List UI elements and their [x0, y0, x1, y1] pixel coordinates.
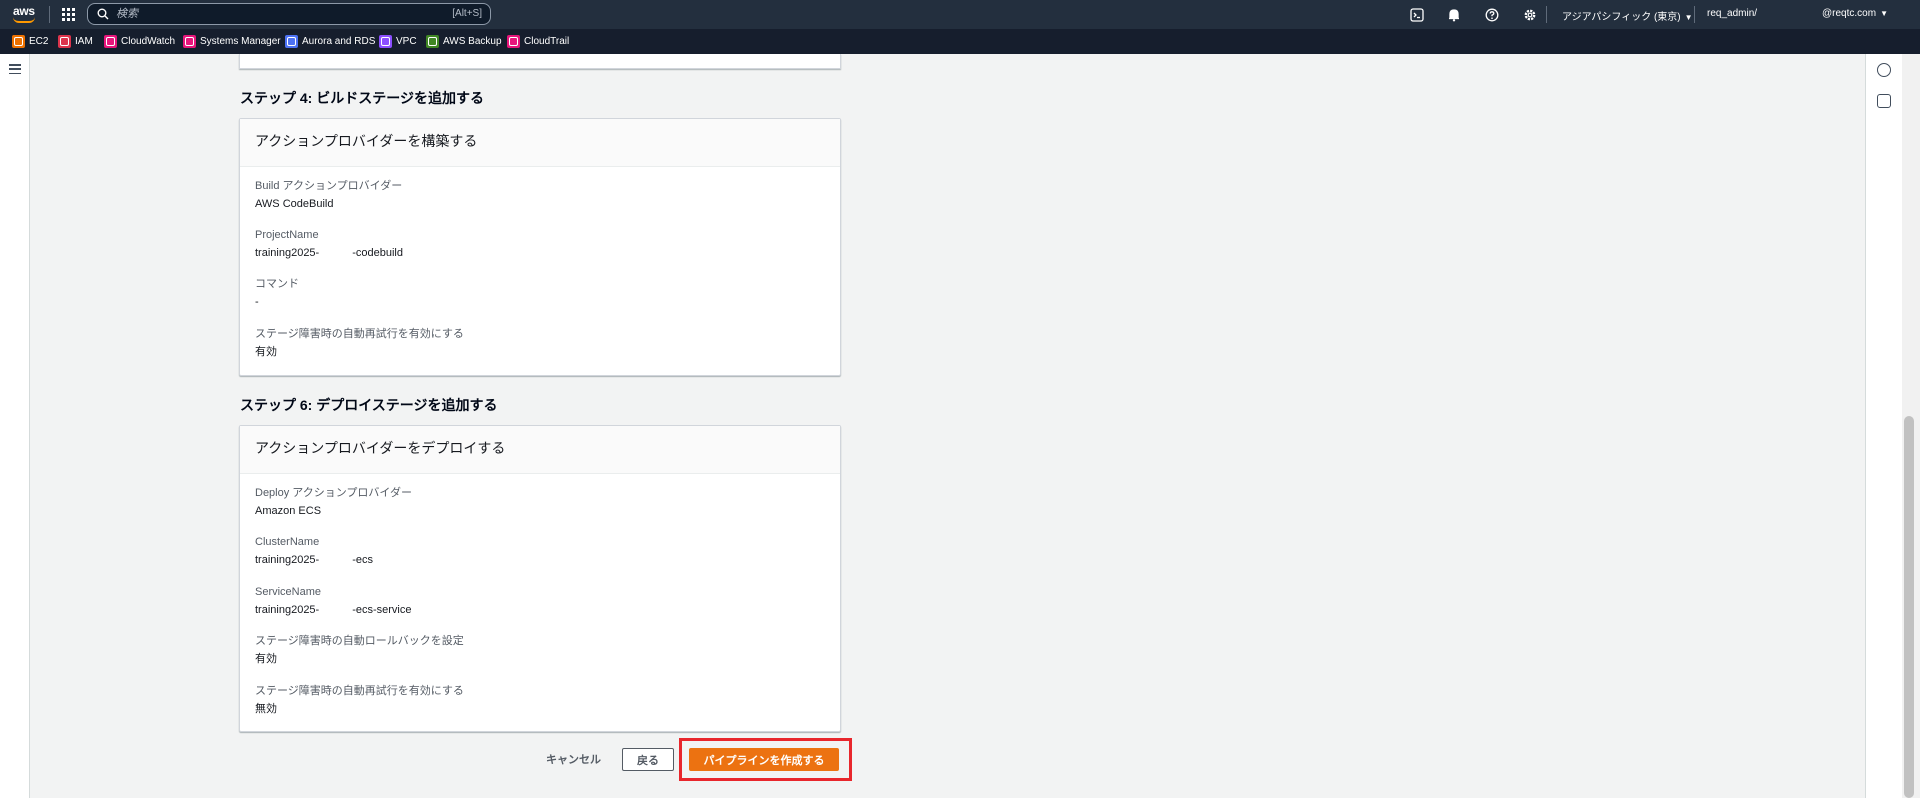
user-menu[interactable]: @reqtc.com ▼ [1822, 8, 1888, 19]
field-label: ProjectName [255, 229, 319, 241]
field-value: 有効 [255, 346, 277, 358]
field-cluster-name: ClusterName training2025- -ecs [255, 535, 373, 567]
feedback-icon[interactable] [1877, 94, 1891, 108]
field-label: ServiceName [255, 586, 322, 598]
step6-panel-title: アクションプロバイダーをデプロイする [240, 426, 840, 474]
aws-logo-text: aws [13, 4, 35, 18]
left-navigation-rail [0, 54, 30, 798]
favorite-systems-manager[interactable]: Systems Manager [183, 34, 281, 49]
aws-logo[interactable]: aws [12, 4, 38, 24]
gear-icon[interactable] [1521, 6, 1538, 23]
cancel-button[interactable]: キャンセル [536, 747, 611, 771]
search-input[interactable] [116, 6, 416, 22]
field-label: Build アクションプロバイダー [255, 180, 403, 192]
search-icon [97, 8, 109, 20]
field-value: 有効 [255, 653, 277, 665]
field-label: Deploy アクションプロバイダー [255, 487, 412, 499]
field-service-name: ServiceName training2025- -ecs-service [255, 585, 412, 617]
cloudtrail-icon [507, 35, 520, 48]
field-value: 無効 [255, 703, 277, 715]
favorite-label: VPC [396, 36, 417, 47]
search-box[interactable]: [Alt+S] [87, 3, 491, 25]
favorite-ec2[interactable]: EC2 [12, 34, 48, 49]
favorite-cloudtrail[interactable]: CloudTrail [507, 34, 569, 49]
field-value: training2025- -ecs [255, 554, 373, 566]
favorite-vpc[interactable]: VPC [379, 34, 417, 49]
favorite-label: IAM [75, 36, 93, 47]
services-menu-icon[interactable] [62, 8, 75, 21]
previous-step-panel [239, 54, 841, 69]
help-icon[interactable] [1483, 6, 1500, 23]
back-button[interactable]: 戻る [622, 748, 674, 771]
account-label[interactable]: req_admin/ [1707, 8, 1757, 19]
field-auto-rollback: ステージ障害時の自動ロールバックを設定 有効 [255, 634, 464, 666]
field-auto-retry: ステージ障害時の自動再試行を有効にする 有効 [255, 327, 464, 359]
field-label: ステージ障害時の自動ロールバックを設定 [255, 635, 464, 647]
backup-icon [426, 35, 439, 48]
favorite-aws-backup[interactable]: AWS Backup [426, 34, 502, 49]
vpc-icon [379, 35, 392, 48]
field-build-provider: Build アクションプロバイダー AWS CodeBuild [255, 179, 402, 211]
region-selector[interactable]: アジアパシフィック (東京) ▼ [1562, 8, 1693, 23]
hamburger-menu-icon[interactable] [9, 64, 21, 74]
favorites-bar: EC2 IAM CloudWatch Systems Manager Auror… [0, 29, 1920, 54]
field-value: AWS CodeBuild [255, 198, 334, 210]
field-label: ステージ障害時の自動再試行を有効にする [255, 328, 464, 340]
step6-panel: アクションプロバイダーをデプロイする Deploy アクションプロバイダー Am… [239, 425, 841, 732]
right-tools-rail [1865, 54, 1902, 798]
bell-icon[interactable] [1445, 6, 1462, 23]
cloudwatch-icon [104, 35, 117, 48]
favorite-label: Systems Manager [200, 36, 281, 47]
step6-heading: ステップ 6: デプロイステージを追加する [240, 397, 498, 413]
favorite-iam[interactable]: IAM [58, 34, 93, 49]
cloudshell-icon[interactable] [1408, 6, 1425, 23]
field-label: コマンド [255, 278, 299, 290]
field-auto-retry: ステージ障害時の自動再試行を有効にする 無効 [255, 684, 464, 716]
region-label: アジアパシフィック (東京) [1562, 12, 1681, 23]
field-value: Amazon ECS [255, 505, 322, 517]
ec2-icon [12, 35, 25, 48]
field-value: training2025- -ecs-service [255, 604, 412, 616]
favorite-label: Aurora and RDS [302, 36, 376, 47]
scrollbar-thumb[interactable] [1904, 416, 1914, 798]
favorite-label: CloudTrail [524, 36, 570, 47]
chevron-down-icon: ▼ [1880, 9, 1888, 18]
favorite-cloudwatch[interactable]: CloudWatch [104, 34, 175, 49]
favorite-label: EC2 [29, 36, 49, 47]
field-label: ステージ障害時の自動再試行を有効にする [255, 685, 464, 697]
chevron-down-icon: ▼ [1684, 13, 1693, 22]
step4-panel-title: アクションプロバイダーを構築する [240, 119, 840, 167]
favorite-label: CloudWatch [121, 36, 176, 47]
create-pipeline-button[interactable]: パイプラインを作成する [689, 748, 839, 771]
field-deploy-provider: Deploy アクションプロバイダー Amazon ECS [255, 486, 412, 518]
top-navigation: aws [Alt+S] アジアパシフィック (東京)▼ req_admin/ @… [0, 0, 1920, 29]
iam-icon [58, 35, 71, 48]
field-commands: コマンド - [255, 277, 299, 309]
step4-panel: アクションプロバイダーを構築する Build アクションプロバイダー AWS C… [239, 118, 841, 376]
search-shortcut-hint: [Alt+S] [452, 8, 482, 19]
favorite-label: AWS Backup [443, 36, 502, 47]
systems-manager-icon [183, 35, 196, 48]
rds-icon [285, 35, 298, 48]
field-label: ClusterName [255, 536, 320, 548]
info-icon[interactable] [1877, 63, 1891, 77]
favorite-aurora-rds[interactable]: Aurora and RDS [285, 34, 375, 49]
step4-heading: ステップ 4: ビルドステージを追加する [240, 90, 484, 106]
user-label: @reqtc.com [1822, 8, 1877, 19]
field-project-name: ProjectName training2025- -codebuild [255, 228, 403, 260]
field-value: - [255, 296, 259, 308]
field-value: training2025- -codebuild [255, 247, 403, 259]
